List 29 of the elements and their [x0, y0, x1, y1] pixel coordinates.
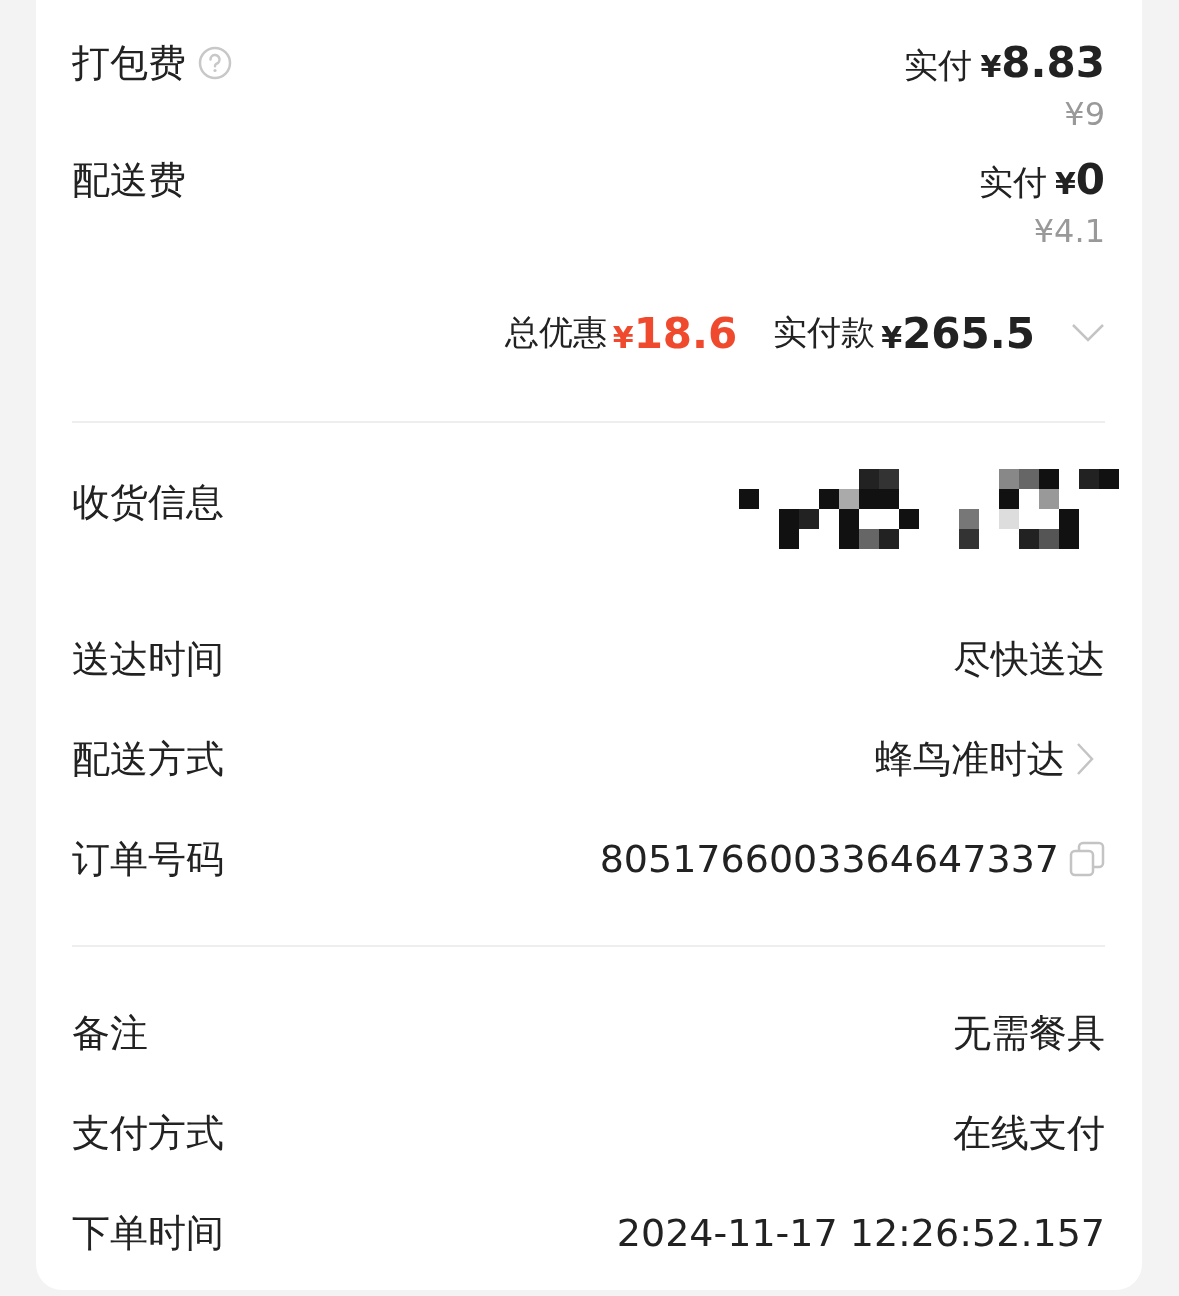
field-value[interactable]: 蜂鸟准时达	[875, 733, 1065, 785]
total-paid-label: 实付款	[773, 311, 876, 354]
original-price: ¥9	[1064, 95, 1105, 133]
help-icon[interactable]	[198, 46, 232, 80]
copy-icon[interactable]	[1069, 841, 1105, 877]
paid-amount: ¥8.83	[980, 40, 1105, 89]
field-value: 尽快送达	[953, 635, 1105, 683]
total-paid-amount: ¥265.5	[881, 308, 1035, 358]
discount-amount: ¥18.6	[612, 308, 738, 358]
paid-amount: ¥0	[1054, 157, 1105, 206]
field-label: 配送方式	[72, 736, 224, 782]
field-label: 支付方式	[72, 1110, 224, 1156]
fee-label: 配送费	[72, 157, 186, 203]
chevron-down-icon[interactable]	[1071, 323, 1105, 343]
original-price: ¥4.1	[1033, 212, 1105, 250]
paid-label: 实付	[978, 161, 1047, 204]
field-label: 下单时间	[72, 1210, 224, 1256]
field-label: 备注	[72, 1010, 148, 1056]
paid-label: 实付	[904, 44, 973, 87]
fee-label: 打包费	[72, 40, 186, 86]
discount-label: 总优惠	[504, 311, 607, 354]
field-value: 2024-11-17 12:26:52.157	[616, 1211, 1105, 1255]
field-value: 在线支付	[953, 1109, 1105, 1157]
chevron-right-icon[interactable]	[1075, 741, 1095, 777]
field-value: 8051766003364647337	[599, 837, 1059, 881]
field-label: 送达时间	[72, 636, 224, 682]
field-value: 无需餐具	[953, 1009, 1105, 1057]
field-label: 收货信息	[72, 479, 224, 525]
field-label: 订单号码	[72, 836, 224, 882]
